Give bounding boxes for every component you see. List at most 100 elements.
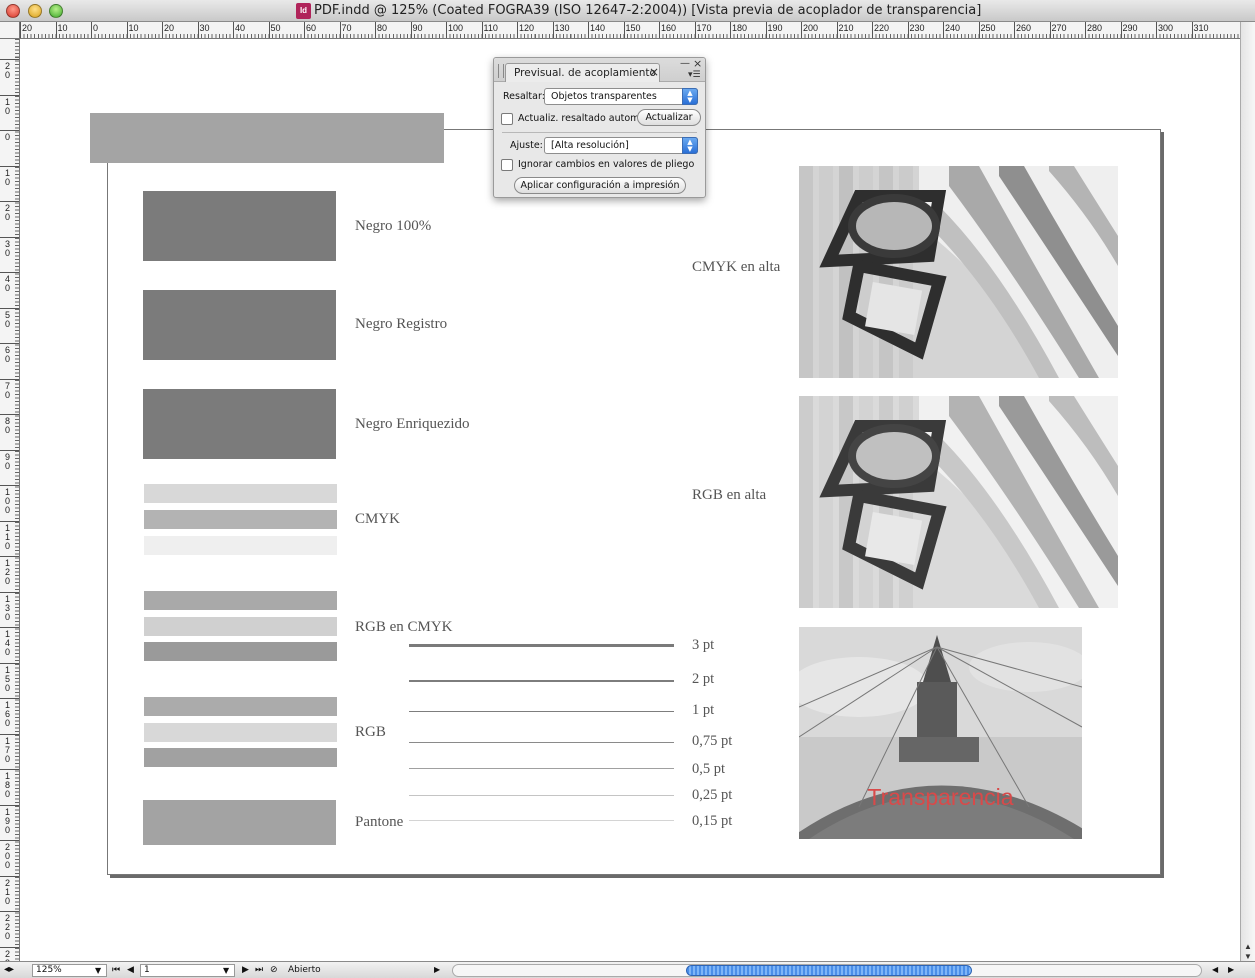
- image-rgb-loupe[interactable]: [799, 396, 1118, 608]
- ruler-major-tick: [907, 22, 909, 38]
- scroll-left-arrow-icon[interactable]: ◀: [1212, 965, 1218, 974]
- swatch-cmyk-3[interactable]: [144, 536, 337, 555]
- panel-menu-icon[interactable]: ▾☰: [688, 70, 701, 80]
- ruler-major-tick: [836, 22, 838, 38]
- zoom-field[interactable]: 125% ▼: [32, 964, 107, 977]
- ruler-label: 90: [412, 23, 423, 33]
- scroll-up-arrow-icon[interactable]: ▲: [1244, 942, 1252, 951]
- ruler-label: 70: [5, 380, 11, 400]
- ruler-origin-corner[interactable]: [0, 22, 20, 39]
- swatch-rgb-2[interactable]: [144, 723, 337, 742]
- ruler-major-tick: [0, 94, 19, 96]
- line-05pt[interactable]: [409, 768, 674, 769]
- line-075pt[interactable]: [409, 742, 674, 743]
- select-arrows-icon: ▲ ▼: [682, 88, 698, 105]
- first-page-icon[interactable]: ⏮: [112, 965, 120, 975]
- horizontal-scroll-thumb[interactable]: [686, 965, 972, 976]
- ruler-label: 180: [732, 23, 748, 33]
- gray-header-block[interactable]: [90, 113, 444, 163]
- ruler-label: 270: [1051, 23, 1067, 33]
- previous-page-icon[interactable]: ◀: [127, 965, 134, 975]
- ruler-major-tick: [446, 22, 447, 38]
- document-status: Abierto: [288, 965, 321, 975]
- ruler-major-tick: [162, 22, 163, 38]
- ignore-spread-checkbox[interactable]: [501, 159, 513, 171]
- ruler-label: 20: [5, 203, 11, 222]
- status-menu-arrow-icon[interactable]: ▶: [434, 965, 440, 974]
- label-negro-100: Negro 100%: [355, 218, 432, 234]
- ruler-label: 0: [5, 132, 11, 142]
- swatch-negro-100[interactable]: [143, 191, 336, 261]
- zoom-dropdown-icon[interactable]: ▼: [95, 966, 101, 975]
- minimize-window-button[interactable]: [28, 4, 42, 18]
- tab-flattener-preview[interactable]: Previsual. de acoplamiento ×: [505, 63, 660, 82]
- swatch-rgb-1[interactable]: [144, 697, 337, 716]
- label-rgb-en-alta: RGB en alta: [692, 487, 767, 503]
- ruler-label: 140: [5, 629, 11, 657]
- label-015pt: 0,15 pt: [692, 813, 733, 829]
- close-window-button[interactable]: [6, 4, 20, 18]
- swatch-cmyk-2[interactable]: [144, 510, 337, 529]
- vertical-ruler[interactable]: 20 10 0 10 20 30 40 50 60 70 80 90 100 110 120 130 140 15…: [0, 39, 20, 961]
- refresh-button[interactable]: Actualizar: [637, 109, 701, 126]
- panel-divider: [502, 132, 697, 133]
- select-arrows-icon: ▲ ▼: [682, 137, 698, 154]
- ruler-major-tick: [0, 875, 19, 877]
- last-page-icon[interactable]: ⏭: [255, 965, 263, 975]
- swatch-rgb-en-cmyk-2[interactable]: [144, 617, 337, 636]
- swatch-pantone[interactable]: [143, 800, 336, 845]
- ruler-label: 20: [164, 23, 175, 33]
- ruler-major-tick: [268, 22, 270, 38]
- image-stupa-transparency[interactable]: Transparencia: [799, 627, 1082, 839]
- label-cmyk-en-alta: CMYK en alta: [692, 259, 781, 275]
- ruler-major-tick: [517, 22, 518, 38]
- ruler-major-tick: [0, 556, 19, 557]
- line-1pt[interactable]: [409, 711, 674, 712]
- panel-header[interactable]: Previsual. de acoplamiento × — × ▾☰: [494, 57, 705, 82]
- image-cmyk-loupe[interactable]: [799, 166, 1118, 378]
- highlight-select[interactable]: Objetos transparentes ▲ ▼: [544, 88, 698, 105]
- view-toggle-icon[interactable]: ◂▸: [4, 964, 14, 975]
- page-number-field[interactable]: 1 ▼: [140, 964, 235, 977]
- page-dropdown-icon[interactable]: ▼: [223, 966, 229, 975]
- horizontal-scrollbar[interactable]: [452, 964, 1202, 977]
- apply-to-print-button[interactable]: Aplicar configuración a impresión: [514, 177, 686, 194]
- swatch-cmyk-1[interactable]: [144, 484, 337, 503]
- tab-close-icon[interactable]: ×: [649, 65, 659, 79]
- ruler-label: 40: [235, 23, 246, 33]
- auto-refresh-checkbox[interactable]: [501, 113, 513, 125]
- zoom-window-button[interactable]: [49, 4, 63, 18]
- ruler-major-tick: [0, 520, 19, 522]
- swatch-rgb-3[interactable]: [144, 748, 337, 767]
- zoom-value: 125%: [36, 965, 62, 975]
- ruler-label: 200: [5, 842, 11, 870]
- label-pantone: Pantone: [355, 814, 404, 830]
- swatch-negro-registro[interactable]: [143, 290, 336, 360]
- panel-close-icon[interactable]: ×: [693, 57, 702, 70]
- ruler-label: 210: [838, 23, 854, 33]
- panel-grip-icon[interactable]: [498, 64, 504, 78]
- swatch-rgb-en-cmyk-1[interactable]: [144, 591, 337, 610]
- next-page-icon[interactable]: ▶: [242, 965, 249, 975]
- swatch-rgb-en-cmyk-3[interactable]: [144, 642, 337, 661]
- line-2pt[interactable]: [409, 680, 674, 682]
- label-negro-registro: Negro Registro: [355, 316, 448, 332]
- preset-select[interactable]: [Alta resolución] ▲ ▼: [544, 137, 698, 154]
- panel-collapse-icon[interactable]: —: [680, 58, 690, 69]
- ruler-major-tick: [0, 840, 19, 841]
- ruler-label: 30: [199, 23, 210, 33]
- ruler-major-tick: [0, 449, 19, 451]
- line-3pt[interactable]: [409, 644, 674, 647]
- ruler-label: 70: [341, 23, 352, 33]
- scroll-right-arrow-icon[interactable]: ▶: [1228, 965, 1234, 974]
- scroll-down-arrow-icon[interactable]: ▼: [1244, 952, 1252, 961]
- swatch-negro-enriquecido[interactable]: [143, 389, 336, 459]
- window-title: PDF.indd @ 125% (Coated FOGRA39 (ISO 126…: [314, 3, 982, 18]
- line-025pt[interactable]: [409, 795, 674, 796]
- line-015pt[interactable]: [409, 820, 674, 821]
- window-title-bar: Id PDF.indd @ 125% (Coated FOGRA39 (ISO …: [0, 0, 1255, 22]
- ruler-label: 190: [5, 806, 11, 835]
- horizontal-ruler[interactable]: 20 10 0 10 20 30 40 50 60 70 80 90 100 110 120 130 140 15…: [20, 22, 1240, 39]
- preflight-status-icon[interactable]: ⊘: [270, 965, 278, 975]
- vertical-scrollbar[interactable]: ▲ ▼: [1240, 22, 1255, 961]
